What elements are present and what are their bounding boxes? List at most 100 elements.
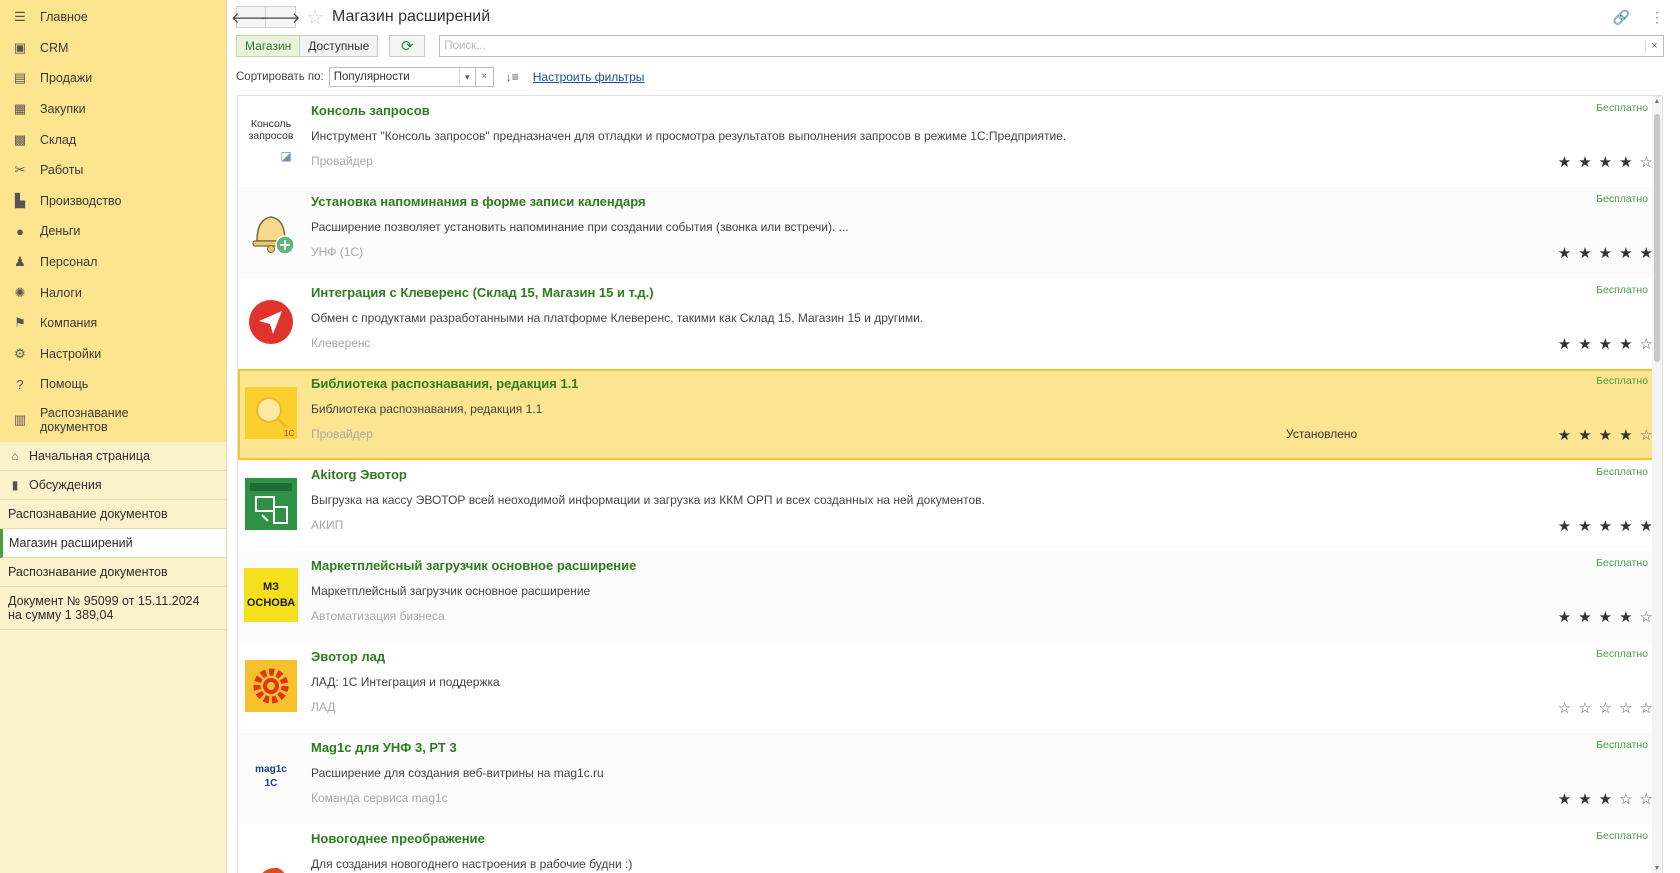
personnel-icon: ♟ [14,254,26,270]
sidebar-section-8[interactable]: ♟ Персонал [0,247,226,278]
favorite-star-icon[interactable]: ☆ [306,5,324,30]
price-label: Бесплатно [1596,648,1648,660]
open-window-item[interactable]: Документ № 95099 от 15.11.2024 на сумму … [0,587,226,630]
extension-name[interactable]: Mag1c для УНФ 3, РТ 3 [311,740,457,755]
chevron-down-icon[interactable]: ▾ [458,68,475,86]
sort-bar: Сортировать по: Популярности ▾ × ↓≡ Наст… [236,67,644,87]
extension-name[interactable]: Маркетплейсный загрузчик основное расшир… [311,558,636,573]
extension-provider: УНФ (1С) [311,245,364,259]
sidebar-section-10[interactable]: ⚑ Компания [0,308,226,339]
sidebar-section-3[interactable]: ▦ Закупки [0,94,226,125]
sidebar-section-0[interactable]: ☰ Главное [0,2,226,33]
rating-stars: ★ ★ ★ ★ ☆ [1558,153,1653,171]
extension-name[interactable]: Консоль запросов [311,103,430,118]
flag-icon: ⚑ [14,315,26,331]
open-window-item[interactable]: ⌂ Начальная страница [0,442,226,471]
rating-stars: ☆ ☆ ☆ ☆ ☆ [1558,699,1653,717]
rating-stars: ★ ★ ★ ★ ★ [1558,517,1653,535]
sidebar-section-11[interactable]: ⚙ Настройки [0,339,226,370]
purchases-icon: ▦ [13,101,27,117]
sidebar-section-6[interactable]: ▙ Производство [0,186,226,217]
sidebar-section-label: Закупки [40,102,86,117]
more-icon[interactable]: ⋮ [1650,9,1664,26]
tab-store[interactable]: Магазин [236,35,301,57]
extension-row[interactable]: МЗ ОСНОВА Маркетплейсный загрузчик основ… [238,551,1662,642]
extension-logo: МЗ ОСНОВА [243,567,299,623]
extension-name[interactable]: Новогоднее преображение [311,831,485,846]
star-filled-icon: ★ [1578,609,1592,626]
factory-icon: ▙ [15,192,25,208]
help-icon: ? [16,376,24,392]
refresh-button[interactable]: ⟳ [389,35,426,57]
sidebar-section-label: Компания [40,316,98,331]
star-filled-icon: ★ [1619,336,1633,353]
sidebar-section-2[interactable]: ▤ Продажи [0,63,226,94]
forward-button[interactable]: 🡒 [260,6,301,28]
sidebar-section-5[interactable]: ✂ Работы [0,155,226,186]
extension-row[interactable]: Установка напоминания в форме записи кал… [238,187,1662,278]
open-window-item[interactable]: Распознавание документов [0,558,226,587]
sort-direction-icon[interactable]: ↓≡ [506,70,519,84]
extension-description: Библиотека распознавания, редакция 1.1 [311,402,543,416]
toolbar: Магазин Доступные ⟳ × [236,35,1664,57]
sort-clear-icon[interactable]: × [475,67,494,87]
extension-name[interactable]: Эвотор лад [311,649,385,664]
star-empty-icon: ☆ [1598,700,1613,717]
sidebar-section-label: CRM [40,40,69,55]
search-input[interactable] [440,36,1645,56]
star-filled-icon: ★ [1578,427,1592,444]
extension-row[interactable]: 1С Библиотека распознавания, редакция 1.… [238,369,1662,460]
star-filled-icon: ★ [1639,518,1653,535]
extension-row[interactable]: Akitorg Эвотор Выгрузка на кассу ЭВОТОР … [238,460,1662,551]
configure-filters-link[interactable]: Настроить фильтры [533,70,645,84]
open-window-item[interactable]: Магазин расширений [0,529,226,558]
extension-name[interactable]: Интеграция с Клеверенс (Склад 15, Магази… [311,285,654,300]
extension-row[interactable]: Эвотор лад ЛАД: 1С Интеграция и поддержк… [238,642,1662,733]
extension-logo [243,840,299,873]
sidebar-section-label: Деньги [40,224,81,239]
extension-row[interactable]: Интеграция с Клеверенс (Склад 15, Магази… [238,278,1662,369]
star-filled-icon: ★ [1578,791,1592,808]
link-icon[interactable]: 🔗 [1613,9,1630,26]
sections-panel: ☰ Главное ▣ CRM ▤ Продажи ▦ Закупки ▩ Склад ✂ Работ… [0,0,226,442]
sidebar-section-9[interactable]: ✺ Налоги [0,277,226,308]
sidebar-section-label: Налоги [40,285,82,300]
scrollbar[interactable]: ▲ ▼ [1652,96,1662,873]
open-window-label: Документ № 95099 от 15.11.2024 на сумму … [8,594,200,622]
star-empty-icon: ☆ [1639,791,1653,808]
star-empty-icon: ☆ [1619,700,1633,717]
sidebar-section-label: Главное [40,10,88,25]
bell-icon [252,216,295,255]
extension-row[interactable]: Новогоднее преображение Для создания нов… [238,824,1662,873]
star-filled-icon: ★ [1557,245,1572,262]
search-clear-icon[interactable]: × [1645,40,1663,52]
star-filled-icon: ★ [1598,154,1613,171]
extension-name[interactable]: Akitorg Эвотор [311,467,407,482]
sidebar-section-13[interactable]: ▥ Распознавание документов [0,400,226,440]
sidebar-section-label: Работы [40,163,84,178]
star-filled-icon: ★ [1557,518,1572,535]
sidebar: ☰ Главное ▣ CRM ▤ Продажи ▦ Закупки ▩ Склад ✂ Работ… [0,0,227,873]
extension-name[interactable]: Библиотека распознавания, редакция 1.1 [311,376,579,391]
star-filled-icon: ★ [1557,609,1572,626]
sidebar-section-7[interactable]: ● Деньги [0,216,226,247]
sidebar-section-4[interactable]: ▩ Склад [0,124,226,155]
extension-row[interactable]: mag1c 1С Mag1c для УНФ 3, РТ 3 Расширени… [238,733,1662,824]
title-actions: 🔗 ⋮ [1613,9,1664,26]
extension-description: Для создания новогоднего настроения в ра… [311,857,633,871]
scroll-up-icon[interactable]: ▲ [1652,98,1662,105]
scroll-down-icon[interactable]: ▼ [1652,865,1662,872]
rating-stars: ★ ★ ★ ★ ☆ [1558,335,1653,353]
scrollbar-thumb[interactable] [1654,114,1660,362]
open-window-label: Магазин расширений [9,536,133,550]
extension-description: Маркетплейсный загрузчик основное расшир… [311,584,591,598]
sidebar-section-12[interactable]: ? Помощь [0,369,226,400]
extension-name[interactable]: Установка напоминания в форме записи кал… [311,194,646,209]
open-window-item[interactable]: ▮ Обсуждения [0,471,226,500]
sort-select[interactable]: Популярности ▾ [328,67,476,87]
tab-available[interactable]: Доступные [300,35,379,57]
extension-row[interactable]: Консоль запросов ◪ Консоль запросов Инстр… [238,96,1662,187]
star-empty-icon: ☆ [1639,336,1653,353]
open-window-item[interactable]: Распознавание документов [0,500,226,529]
sidebar-section-1[interactable]: ▣ CRM [0,33,226,64]
